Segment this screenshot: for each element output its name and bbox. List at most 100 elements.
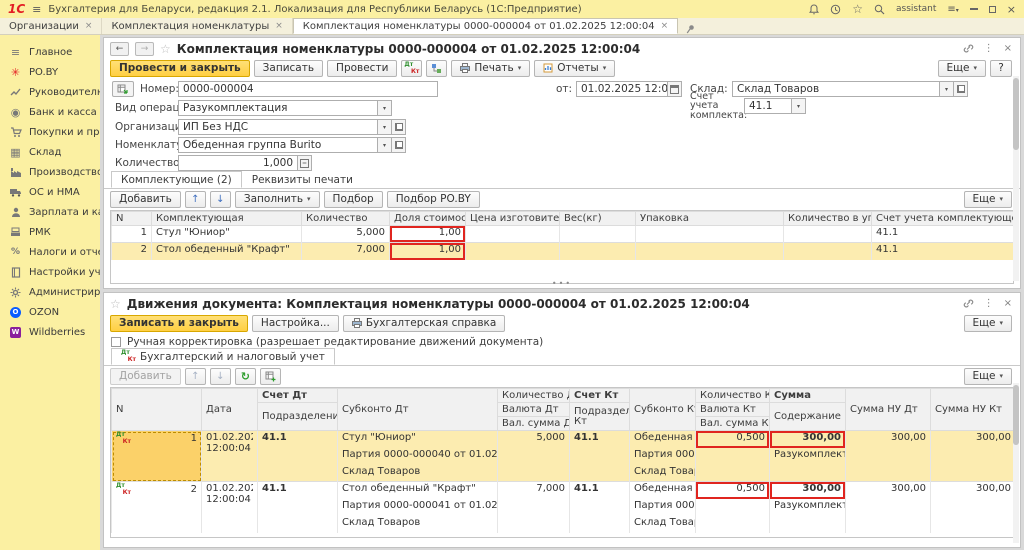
cell-qty[interactable]: 7,000 [302,243,390,260]
cell-qty-kt[interactable]: 0,500 [696,482,770,499]
col-weight[interactable]: Вес(кг) [560,212,636,226]
sidebar-item-payroll-hr[interactable]: Зарплата и кадры [0,202,100,222]
cell-currency-sum-kt[interactable] [696,516,770,533]
number-settings-button[interactable] [112,81,134,97]
posting-selector-cell[interactable]: ДтКт 1 [112,431,202,482]
col-account-dt[interactable]: Счет Дт [258,389,338,403]
sidebar-item-administration[interactable]: Администрирование [0,282,100,302]
settings-button[interactable]: Настройка... [252,315,339,332]
cell-content[interactable]: Разукомплектация [770,448,846,465]
post-button[interactable]: Провести [327,60,397,77]
number-field[interactable]: 0000-000004 [178,81,438,97]
document-structure-button[interactable] [426,60,447,77]
cell-sum-nu-kt[interactable]: 300,00 [931,482,1015,533]
col-sum[interactable]: Сумма [770,389,846,403]
print-button[interactable]: Печать▾ [451,60,530,77]
quantity-field[interactable]: 1,000 [178,155,298,171]
cell-subconto-kt-3[interactable]: Склад Товаров [630,465,696,482]
close-window-button[interactable]: × [1007,3,1016,16]
cell-qty-dt[interactable]: 7,000 [498,482,570,499]
refresh-button[interactable]: ↻ [235,368,256,385]
nomenclature-dropdown-icon[interactable]: ▾ [378,137,392,153]
col-package[interactable]: Упаковка [636,212,784,226]
cell-sum-nu-kt[interactable]: 300,00 [931,431,1015,482]
accounting-reference-button[interactable]: Бухгалтерская справка [343,315,505,332]
sidebar-item-wildberries[interactable]: WWildberries [0,322,100,342]
sidebar-item-manager[interactable]: Руководителю [0,82,100,102]
cell-subconto-kt-1[interactable]: Обеденная гру... [630,431,696,448]
col-currency-sum-dt[interactable]: Вал. сумма Дт [498,417,570,431]
close-tab-icon[interactable]: × [661,21,669,31]
move-row-up-button[interactable]: ↑ [185,191,206,208]
close-tab-icon[interactable]: × [275,21,283,31]
sidebar-item-bank-cash[interactable]: ◉Банк и касса [0,102,100,122]
splitter-handle[interactable]: ••• [552,279,572,288]
fill-button[interactable]: Заполнить▾ [235,191,320,208]
component-row-selected[interactable]: 2 Стол обеденный "Крафт" 7,000 1,00 41.1 [112,243,1015,260]
tab-kitting-list[interactable]: Комплектация номенклатуры × [102,18,292,34]
cell-cost-share[interactable]: 1,00 [390,226,466,243]
more-menu-icon[interactable]: ⋮ [984,44,994,54]
cell-qty-dt[interactable]: 5,000 [498,431,570,448]
more-button-movements[interactable]: Еще▾ [964,315,1013,332]
col-currency-sum-kt[interactable]: Вал. сумма Кт [696,417,770,431]
posting-row[interactable]: ДтКт 1 01.02.202512:00:04 41.1 Стул "Юни… [112,431,1015,448]
form-vertical-scrollbar[interactable] [1013,76,1019,281]
cell-sum-nu-dt[interactable]: 300,00 [846,482,931,533]
close-form-icon[interactable]: × [1004,299,1012,309]
move-row-down-button[interactable]: ↓ [210,191,231,208]
posting-row[interactable]: ДтКт 2 01.02.202512:00:04 41.1 Стол обед… [112,482,1015,499]
cell-currency-sum-kt[interactable] [696,465,770,482]
favorites-star-icon[interactable]: ☆ [852,3,863,15]
cell-sum[interactable]: 300,00 [770,482,846,499]
cell-component-account[interactable]: 41.1 [872,226,1015,243]
output-list-button[interactable] [260,368,281,385]
cell-subconto-dt-2[interactable]: Партия 0000-000041 от 01.02.2025 12:00:0… [338,499,498,516]
tab-kitting-document[interactable]: Комплектация номенклатуры 0000-000004 от… [293,18,678,34]
kit-account-dropdown-icon[interactable]: ▾ [792,98,806,114]
tab-components[interactable]: Комплектующие (2) [111,171,242,188]
col-currency-kt[interactable]: Валюта Кт [696,403,770,417]
help-button[interactable]: ? [990,60,1012,77]
component-row[interactable]: 1 Стул "Юниор" 5,000 1,00 41.1 [112,226,1015,243]
more-button-form[interactable]: Еще▾ [938,60,987,77]
col-qty-per-package[interactable]: Количество в упаковке [784,212,872,226]
cell-n[interactable]: 2 [112,243,152,260]
search-icon[interactable] [874,4,885,15]
cell-currency-sum-dt[interactable] [498,516,570,533]
history-icon[interactable] [830,4,841,15]
cell-subconto-dt-1[interactable]: Стол обеденный "Крафт" [338,482,498,499]
notifications-bell-icon[interactable] [809,4,819,15]
sidebar-item-warehouse[interactable]: ▦Склад [0,142,100,162]
col-maker-price[interactable]: Цена изготовителя [466,212,560,226]
col-content[interactable]: Содержание [770,403,846,431]
col-currency-dt[interactable]: Валюта Дт [498,403,570,417]
favorite-star-icon[interactable]: ☆ [160,43,171,55]
col-sum-nu-dt[interactable]: Сумма НУ Дт [846,389,931,431]
favorite-star-icon[interactable]: ☆ [110,298,121,310]
get-link-icon[interactable] [963,298,974,311]
forward-button[interactable]: → [135,42,154,56]
more-menu-icon[interactable]: ⋮ [984,299,994,309]
cell-content[interactable]: Разукомплектация [770,499,846,516]
cell-package[interactable] [636,243,784,260]
cell-subconto-kt-2[interactable]: Партия 0000-00... [630,499,696,516]
more-button-movements-table[interactable]: Еще▾ [964,368,1013,385]
save-button[interactable]: Записать [254,60,323,77]
cell-date[interactable]: 01.02.202512:00:04 [202,431,258,482]
sidebar-item-fixed-assets[interactable]: ОС и НМА [0,182,100,202]
col-department-dt[interactable]: Подразделение Дт [258,403,338,431]
nomenclature-open-icon[interactable] [392,137,406,153]
date-field[interactable]: 01.02.2025 12:00:04 [576,81,668,97]
tab-print-props[interactable]: Реквизиты печати [242,171,363,188]
sidebar-item-purchases-sales[interactable]: Покупки и продажи [0,122,100,142]
col-cost-share[interactable]: Доля стоимости [390,212,466,226]
sidebar-item-ozon[interactable]: OOZON [0,302,100,322]
cell-qty-per-package[interactable] [784,226,872,243]
col-department-kt[interactable]: Подразделение Кт [570,403,630,431]
cell-subconto-kt-2[interactable]: Партия 0000-00... [630,448,696,465]
cell-sum-nu-dt[interactable]: 300,00 [846,431,931,482]
cell-sum[interactable]: 300,00 [770,431,846,448]
cell-currency-dt[interactable] [498,448,570,465]
cell-n[interactable]: 1 [112,226,152,243]
